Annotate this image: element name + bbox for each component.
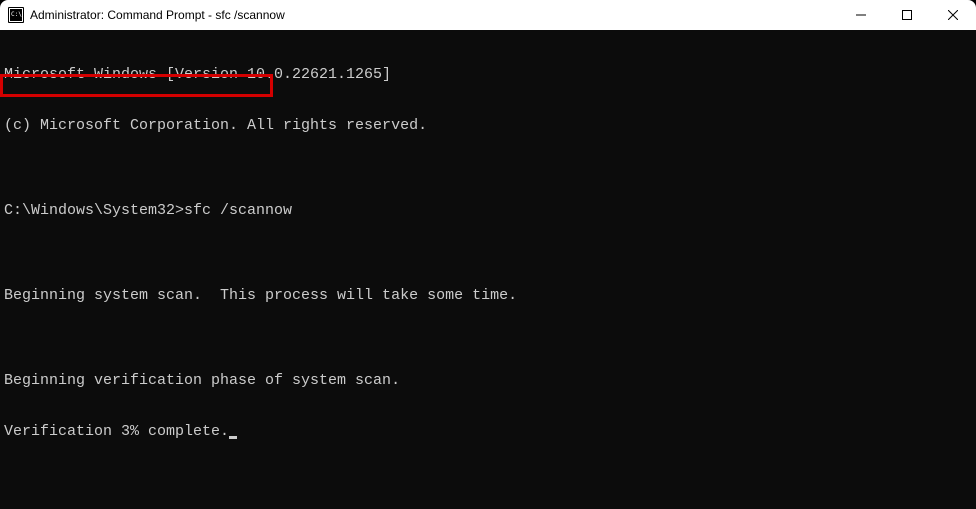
terminal-output[interactable]: Microsoft Windows [Version 10.0.22621.12…	[0, 30, 976, 509]
maximize-button[interactable]	[884, 0, 930, 30]
titlebar[interactable]: C:\ Administrator: Command Prompt - sfc …	[0, 0, 976, 30]
version-line: Microsoft Windows [Version 10.0.22621.12…	[4, 66, 972, 83]
window-title: Administrator: Command Prompt - sfc /sca…	[30, 8, 838, 22]
window-controls	[838, 0, 976, 30]
minimize-button[interactable]	[838, 0, 884, 30]
svg-text:C:\: C:\	[11, 11, 22, 18]
verify-progress-line: Verification 3% complete.	[4, 423, 972, 440]
prompt-command-line: C:\Windows\System32>sfc /scannow	[4, 202, 972, 219]
close-button[interactable]	[930, 0, 976, 30]
cmd-icon: C:\	[8, 7, 24, 23]
cursor	[229, 436, 237, 439]
scan-start-line: Beginning system scan. This process will…	[4, 287, 972, 304]
copyright-line: (c) Microsoft Corporation. All rights re…	[4, 117, 972, 134]
verify-phase-line: Beginning verification phase of system s…	[4, 372, 972, 389]
command-prompt-window: C:\ Administrator: Command Prompt - sfc …	[0, 0, 976, 509]
